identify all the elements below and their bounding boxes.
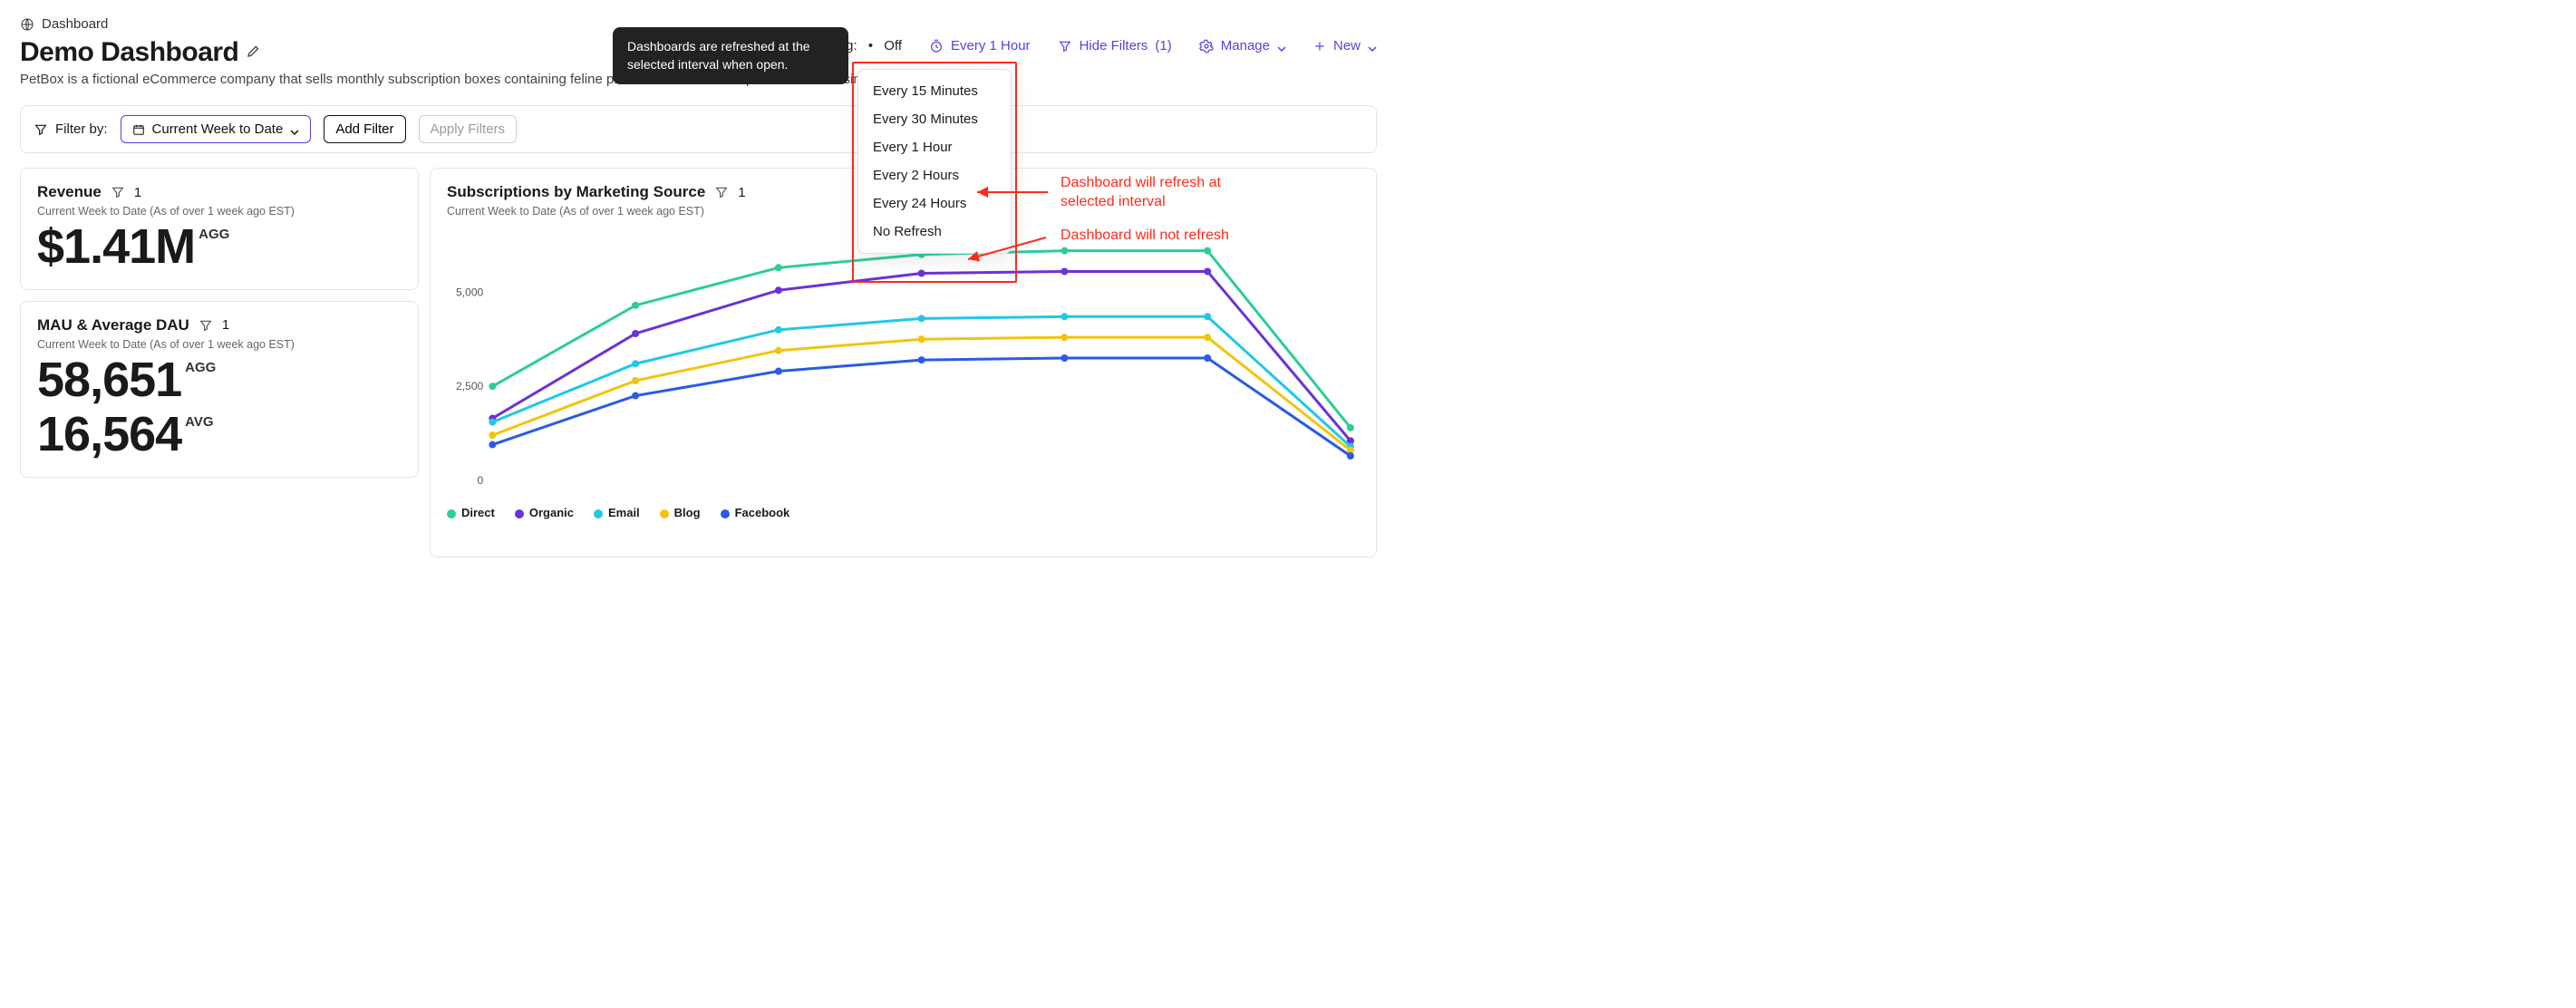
hide-filters-count: (1): [1155, 38, 1171, 53]
legend-item[interactable]: Email: [594, 506, 640, 519]
chevron-down-icon: [1277, 42, 1286, 51]
card-subtitle: Current Week to Date (As of over 1 week …: [37, 338, 402, 351]
funnel-icon: [714, 185, 729, 199]
manage-label: Manage: [1221, 38, 1270, 53]
dau-value: 16,564: [37, 409, 181, 460]
legend-item[interactable]: Facebook: [721, 506, 790, 519]
card-filter-count: 1: [222, 317, 229, 333]
svg-text:5,000: 5,000: [456, 286, 484, 298]
sharing-state: Off: [884, 38, 902, 53]
legend-item[interactable]: Blog: [660, 506, 701, 519]
date-range-filter[interactable]: Current Week to Date: [121, 115, 312, 143]
card-title: MAU & Average DAU: [37, 316, 189, 334]
refresh-option[interactable]: Every 24 Hours: [858, 189, 1011, 218]
revenue-value: $1.41M: [37, 221, 195, 273]
add-filter-button[interactable]: Add Filter: [324, 115, 405, 143]
plus-icon: [1313, 40, 1326, 53]
globe-icon: [20, 17, 34, 32]
tooltip-text: Dashboards are refreshed at the selected…: [627, 39, 810, 72]
new-button[interactable]: New: [1313, 38, 1377, 53]
card-title: Revenue: [37, 183, 102, 201]
legend-item[interactable]: Direct: [447, 506, 495, 519]
card-filter-count: 1: [134, 185, 141, 200]
refresh-option[interactable]: Every 2 Hours: [858, 161, 1011, 189]
revenue-suffix: AGG: [199, 227, 229, 242]
svg-text:0: 0: [478, 474, 484, 487]
refresh-interval-dropdown: Every 15 MinutesEvery 30 MinutesEvery 1 …: [857, 69, 1012, 254]
legend-item[interactable]: Organic: [515, 506, 574, 519]
timer-icon: [929, 39, 944, 53]
date-range-label: Current Week to Date: [152, 121, 284, 137]
chevron-down-icon: [290, 125, 299, 134]
chart-legend: Direct Organic Email Blog Facebook: [447, 506, 1360, 519]
funnel-icon: [111, 185, 125, 199]
card-subtitle: Current Week to Date (As of over 1 week …: [37, 205, 402, 218]
chevron-down-icon: [1368, 42, 1377, 51]
funnel-icon: [34, 122, 48, 137]
refresh-tooltip: Dashboards are refreshed at the selected…: [613, 27, 848, 84]
refresh-interval-label: Every 1 Hour: [951, 38, 1031, 53]
refresh-option[interactable]: No Refresh: [858, 218, 1011, 246]
calendar-icon: [132, 123, 145, 136]
mau-value: 58,651: [37, 354, 181, 406]
breadcrumb-label[interactable]: Dashboard: [42, 16, 108, 32]
dau-suffix: AVG: [185, 414, 213, 430]
new-label: New: [1333, 38, 1361, 53]
mau-dau-card[interactable]: MAU & Average DAU 1 Current Week to Date…: [20, 301, 419, 478]
apply-filters-button: Apply Filters: [419, 115, 518, 143]
page-title: Demo Dashboard: [20, 37, 238, 68]
card-title: Subscriptions by Marketing Source: [447, 183, 705, 201]
edit-title-button[interactable]: [246, 43, 262, 63]
hide-filters-label: Hide Filters: [1080, 38, 1148, 53]
subscriptions-line-chart: 0 2,500 5,000: [447, 227, 1360, 499]
funnel-icon: [1058, 39, 1072, 53]
gear-icon: [1199, 39, 1214, 53]
mau-suffix: AGG: [185, 360, 216, 375]
svg-text:2,500: 2,500: [456, 380, 484, 393]
revenue-card[interactable]: Revenue 1 Current Week to Date (As of ov…: [20, 168, 419, 290]
refresh-option[interactable]: Every 15 Minutes: [858, 77, 1011, 105]
card-filter-count: 1: [738, 185, 745, 200]
refresh-interval-button[interactable]: Every 1 Hour: [929, 38, 1031, 53]
manage-button[interactable]: Manage: [1199, 38, 1286, 53]
hide-filters-button[interactable]: Hide Filters (1): [1058, 38, 1172, 53]
funnel-icon: [199, 318, 213, 333]
refresh-option[interactable]: Every 1 Hour: [858, 133, 1011, 161]
filter-by-label: Filter by:: [34, 121, 108, 137]
refresh-option[interactable]: Every 30 Minutes: [858, 105, 1011, 133]
filter-bar: Filter by: Current Week to Date Add Filt…: [20, 105, 1377, 153]
